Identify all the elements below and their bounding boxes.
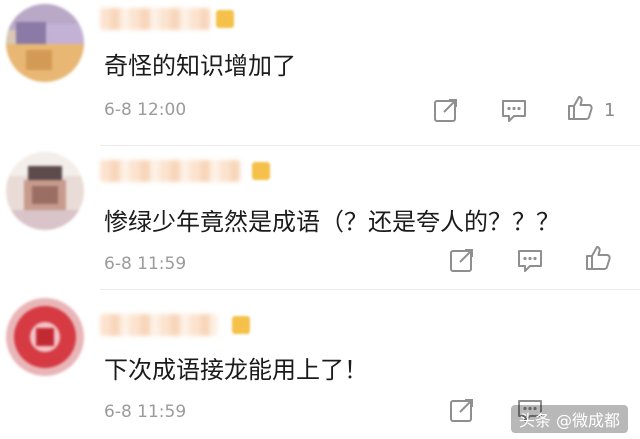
share-icon[interactable] [432, 96, 460, 124]
username[interactable] [100, 160, 240, 182]
like-icon[interactable] [566, 94, 594, 122]
share-icon[interactable] [448, 246, 476, 274]
avatar[interactable] [6, 152, 84, 230]
share-icon[interactable] [448, 396, 476, 424]
watermark: 头条 @微成都 [510, 405, 628, 433]
avatar[interactable] [6, 298, 84, 376]
avatar[interactable] [6, 4, 84, 82]
comment-time: 6-8 11:59 [104, 402, 187, 422]
username[interactable] [100, 8, 210, 30]
comment-time: 6-8 12:00 [104, 100, 187, 120]
comment-item: 惨绿少年竟然是成语（？还是夸人的？？？ 6-8 11:59 [0, 146, 640, 286]
like-icon[interactable] [584, 244, 612, 272]
like-count: 1 [604, 100, 616, 121]
comment-text: 惨绿少年竟然是成语（？还是夸人的？？？ [104, 208, 560, 236]
vip-badge [216, 10, 234, 28]
comment-text: 奇怪的知识增加了 [104, 52, 296, 80]
vip-badge [232, 316, 250, 334]
vip-badge [252, 162, 270, 180]
comment-text: 下次成语接龙能用上了！ [104, 356, 368, 384]
comment-icon[interactable] [516, 246, 544, 274]
comment-item: 奇怪的知识增加了 6-8 12:00 1 [0, 0, 640, 145]
comment-time: 6-8 11:59 [104, 254, 187, 274]
username[interactable] [100, 314, 218, 336]
comment-icon[interactable] [500, 96, 528, 124]
